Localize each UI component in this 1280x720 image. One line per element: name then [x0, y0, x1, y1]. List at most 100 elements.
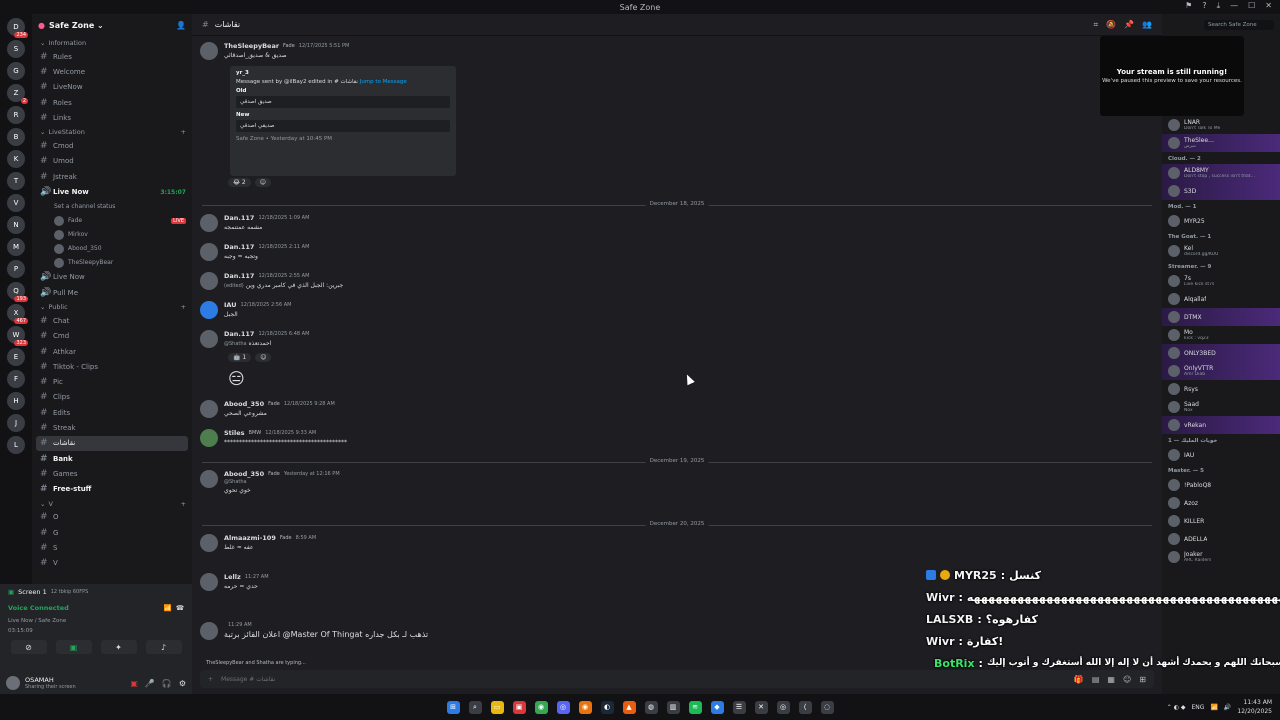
- network-icon[interactable]: 📶: [1210, 704, 1217, 711]
- obs-icon[interactable]: ◍: [644, 700, 658, 714]
- avatar[interactable]: [200, 42, 218, 60]
- server-icon[interactable]: H: [7, 392, 25, 410]
- channel-item[interactable]: # G: [32, 525, 192, 540]
- avatar[interactable]: [200, 622, 218, 640]
- headphones-icon[interactable]: 🎧: [162, 679, 172, 688]
- attach-icon[interactable]: +: [208, 676, 213, 683]
- file-explorer-icon[interactable]: ▭: [490, 700, 504, 714]
- voice-channel-live-now[interactable]: 🔊 Live Now 3:15:07: [32, 184, 192, 199]
- channel-item[interactable]: # Clips: [32, 390, 192, 405]
- channel-item[interactable]: # Tiktok - Clips: [32, 359, 192, 374]
- pin-icon[interactable]: 📌: [1124, 20, 1134, 30]
- message[interactable]: Dan.117 12/18/2025 2:11 AM وتجبه ≈ وجبه: [200, 243, 900, 261]
- avatar[interactable]: [1168, 383, 1180, 395]
- server-icon[interactable]: S: [7, 40, 25, 58]
- app-icon[interactable]: ▣: [512, 700, 526, 714]
- member-item[interactable]: S3D: [1162, 182, 1280, 200]
- invite-icon[interactable]: 👤: [176, 21, 186, 30]
- avatar[interactable]: [1168, 311, 1180, 323]
- member-item[interactable]: OnlyVTTR Amr Diab: [1162, 362, 1280, 380]
- server-icon[interactable]: D 234: [7, 18, 28, 38]
- avatar[interactable]: [1168, 245, 1180, 257]
- guild-header[interactable]: ● Safe Zone ⌄ 👤: [32, 14, 192, 36]
- search-icon[interactable]: ⌕: [468, 700, 482, 714]
- avatar[interactable]: [200, 214, 218, 232]
- category-v[interactable]: ⌄ V +: [32, 497, 192, 510]
- server-icon[interactable]: K: [7, 150, 25, 168]
- channel-item[interactable]: # Cmd: [32, 329, 192, 344]
- channel-item[interactable]: # Links: [32, 110, 192, 125]
- avatar[interactable]: [1168, 215, 1180, 227]
- message[interactable]: IAU 12/18/2025 2:56 AM الجبل: [200, 301, 900, 319]
- screen-share-button[interactable]: ▣: [55, 640, 92, 654]
- member-item[interactable]: LNAR Don't Talk To Me: [1162, 116, 1280, 134]
- avatar[interactable]: [1168, 401, 1180, 413]
- message[interactable]: Almaazmi-109 Fade 8:59 AM عفه ≈ غلط: [200, 534, 900, 552]
- category-livestation[interactable]: ⌄ LiveStation +: [32, 125, 192, 138]
- mute-icon[interactable]: 🔕: [1106, 20, 1116, 30]
- channel-item[interactable]: # Umod: [32, 154, 192, 169]
- sticker-icon[interactable]: ▦: [1107, 675, 1115, 684]
- server-icon[interactable]: J: [7, 414, 25, 432]
- voice-connected-row[interactable]: Voice Connected 📶 ☎: [0, 600, 192, 616]
- channel-item[interactable]: # Bank: [32, 451, 192, 466]
- channel-item[interactable]: # Welcome: [32, 64, 192, 79]
- member-item[interactable]: IAU: [1162, 446, 1280, 464]
- channel-status[interactable]: Set a channel status: [32, 200, 192, 214]
- app-icon[interactable]: ▲: [622, 700, 636, 714]
- tray-icons[interactable]: ⌃ ◐ ◆: [1167, 704, 1186, 711]
- avatar[interactable]: [1168, 137, 1180, 149]
- member-item[interactable]: Mo kick : vq23: [1162, 326, 1280, 344]
- avatar[interactable]: [1168, 533, 1180, 545]
- app-icon[interactable]: ▥: [666, 700, 680, 714]
- server-icon[interactable]: G: [7, 62, 25, 80]
- activities-button[interactable]: ✦: [100, 640, 137, 654]
- voice-user[interactable]: Fade LIVE: [32, 214, 192, 228]
- member-item[interactable]: ONLY3BED: [1162, 344, 1280, 362]
- members-icon[interactable]: 👥: [1142, 20, 1152, 30]
- avatar[interactable]: [1168, 329, 1180, 341]
- category-public[interactable]: ⌄ Public +: [32, 300, 192, 313]
- download-icon[interactable]: ⤓: [1217, 1, 1221, 11]
- discord-icon[interactable]: ◎: [556, 700, 570, 714]
- member-item[interactable]: Rsys: [1162, 380, 1280, 398]
- server-icon[interactable]: E: [7, 348, 25, 366]
- channel-item[interactable]: # نقاشات: [36, 435, 188, 451]
- channel-item[interactable]: # Games: [32, 466, 192, 481]
- app-icon[interactable]: ◌: [820, 700, 834, 714]
- app-icon[interactable]: ⟨: [798, 700, 812, 714]
- apps-icon[interactable]: ⊞: [1139, 675, 1146, 684]
- help-icon[interactable]: ?: [1202, 1, 1206, 11]
- avatar[interactable]: [200, 243, 218, 261]
- add-channel-icon[interactable]: +: [181, 128, 186, 136]
- channel-item[interactable]: # Free-stuff: [32, 482, 192, 497]
- threads-icon[interactable]: ⌗: [1094, 20, 1099, 30]
- settings-icon[interactable]: ⚙: [179, 679, 186, 688]
- avatar[interactable]: [1168, 347, 1180, 359]
- avatar[interactable]: [1168, 551, 1180, 563]
- gif-icon[interactable]: ▤: [1092, 675, 1100, 684]
- gift-icon[interactable]: 🎁: [1074, 675, 1084, 684]
- stream-paused-popup[interactable]: Your stream is still running! We've paus…: [1100, 36, 1244, 116]
- avatar[interactable]: [54, 229, 64, 240]
- close-button[interactable]: ✕: [1265, 1, 1272, 11]
- add-reaction-icon[interactable]: ☺: [254, 178, 272, 187]
- user-info[interactable]: OSAMAH Sharing their screen ▣ 🎤 🎧 ⚙: [0, 672, 192, 694]
- server-icon[interactable]: F: [7, 370, 25, 388]
- voice-user[interactable]: Mirkov: [32, 228, 192, 242]
- member-item[interactable]: 7s Live kick st7s: [1162, 272, 1280, 290]
- maximize-button[interactable]: ☐: [1248, 1, 1255, 11]
- search-input[interactable]: Search Safe Zone: [1204, 20, 1274, 30]
- channel-item[interactable]: # Cmod: [32, 138, 192, 153]
- disconnect-icon[interactable]: ☎: [176, 604, 184, 612]
- voice-user[interactable]: TheSleepyBear: [32, 256, 192, 270]
- windows-start-icon[interactable]: ⊞: [446, 700, 460, 714]
- avatar[interactable]: [1168, 185, 1180, 197]
- add-channel-icon[interactable]: +: [181, 500, 186, 508]
- category-information[interactable]: ⌄ Information: [32, 36, 192, 49]
- channel-item[interactable]: # LiveNow: [32, 80, 192, 95]
- stream-icon[interactable]: ▣: [130, 679, 138, 688]
- volume-icon[interactable]: 🔊: [1224, 704, 1231, 711]
- avatar[interactable]: [1168, 479, 1180, 491]
- channel-item[interactable]: # Chat: [32, 313, 192, 328]
